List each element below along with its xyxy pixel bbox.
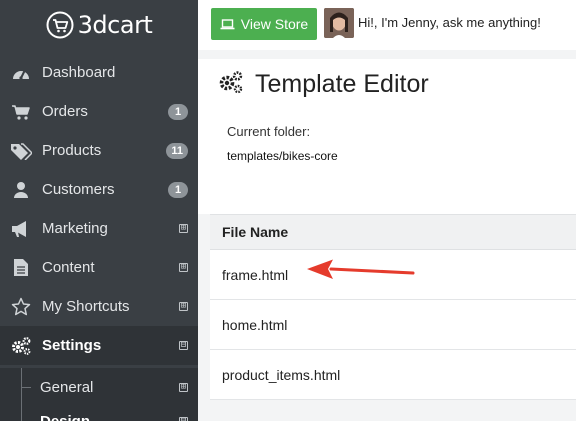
sidebar-item-label: Settings [42,337,102,354]
page-header: Template Editor [198,59,576,109]
expand-icon[interactable]: ⊞ [179,224,188,233]
user-icon [10,179,32,201]
expand-icon[interactable]: ⊞ [179,383,188,392]
expand-icon[interactable]: ⊞ [179,302,188,311]
sidebar-subitem-label: General [40,379,94,396]
annotation-arrow-icon [307,259,415,279]
file-table: File Name frame.html home.html product_i… [210,214,576,400]
main-content: Template Editor Current folder: template… [198,50,576,421]
sidebar-item-label: Marketing [42,220,108,237]
current-folder-path: templates/bikes-core [227,149,338,163]
sidebar-item-my-shortcuts[interactable]: My Shortcuts ⊞ [0,287,198,326]
sidebar-item-label: Customers [42,181,115,198]
dashboard-icon [10,62,32,84]
sidebar-item-label: Orders [42,103,88,120]
megaphone-icon [10,218,32,240]
products-count-badge: 11 [166,142,188,159]
file-name-column-header[interactable]: File Name [210,214,576,250]
table-row[interactable]: home.html [210,300,576,350]
tree-branch [21,387,31,388]
current-folder-label: Current folder: [227,124,311,139]
sidebar-item-settings[interactable]: Settings ⊟ [0,326,198,365]
sidebar-item-customers[interactable]: Customers 1 [0,170,198,209]
view-store-button[interactable]: View Store [211,8,317,40]
cart-logo-icon [46,11,74,39]
assistant-chat-prompt[interactable]: Hi!, I'm Jenny, ask me anything! [358,15,541,30]
sidebar: 3dcart Dashboard Orders 1 Products 11 Cu… [0,0,198,421]
gears-icon [10,335,32,357]
sidebar-subitem-label: Design [40,413,90,421]
view-store-label: View Store [240,16,309,32]
tree-line [21,402,22,421]
expand-icon[interactable]: ⊞ [179,263,188,272]
collapse-icon[interactable]: ⊟ [179,417,188,421]
current-folder-panel: Current folder: templates/bikes-core [198,109,576,214]
cart-icon [10,101,32,123]
top-bar: View Store Hi!, I'm Jenny, ask me anythi… [198,0,576,50]
gears-icon [219,71,243,94]
sidebar-subitem-design[interactable]: Design ⊟ [0,402,198,421]
sidebar-item-products[interactable]: Products 11 [0,131,198,170]
page-title: Template Editor [255,70,429,98]
collapse-icon[interactable]: ⊟ [179,341,188,350]
sidebar-item-label: Dashboard [42,64,116,81]
sidebar-item-dashboard[interactable]: Dashboard [0,53,198,92]
tags-icon [10,140,32,162]
document-icon [10,257,32,279]
table-row[interactable]: product_items.html [210,350,576,400]
star-icon [10,296,32,318]
sidebar-item-label: Content [42,259,95,276]
sidebar-item-label: Products [42,142,102,159]
orders-count-badge: 1 [168,103,188,120]
avatar[interactable] [324,8,354,38]
logo-text: 3dcart [77,11,153,39]
sidebar-item-marketing[interactable]: Marketing ⊞ [0,209,198,248]
sidebar-item-content[interactable]: Content ⊞ [0,248,198,287]
sidebar-item-label: My Shortcuts [42,298,130,315]
sidebar-item-orders[interactable]: Orders 1 [0,92,198,131]
laptop-icon [220,18,235,29]
brand-logo[interactable]: 3dcart [0,0,198,50]
customers-count-badge: 1 [168,181,188,198]
